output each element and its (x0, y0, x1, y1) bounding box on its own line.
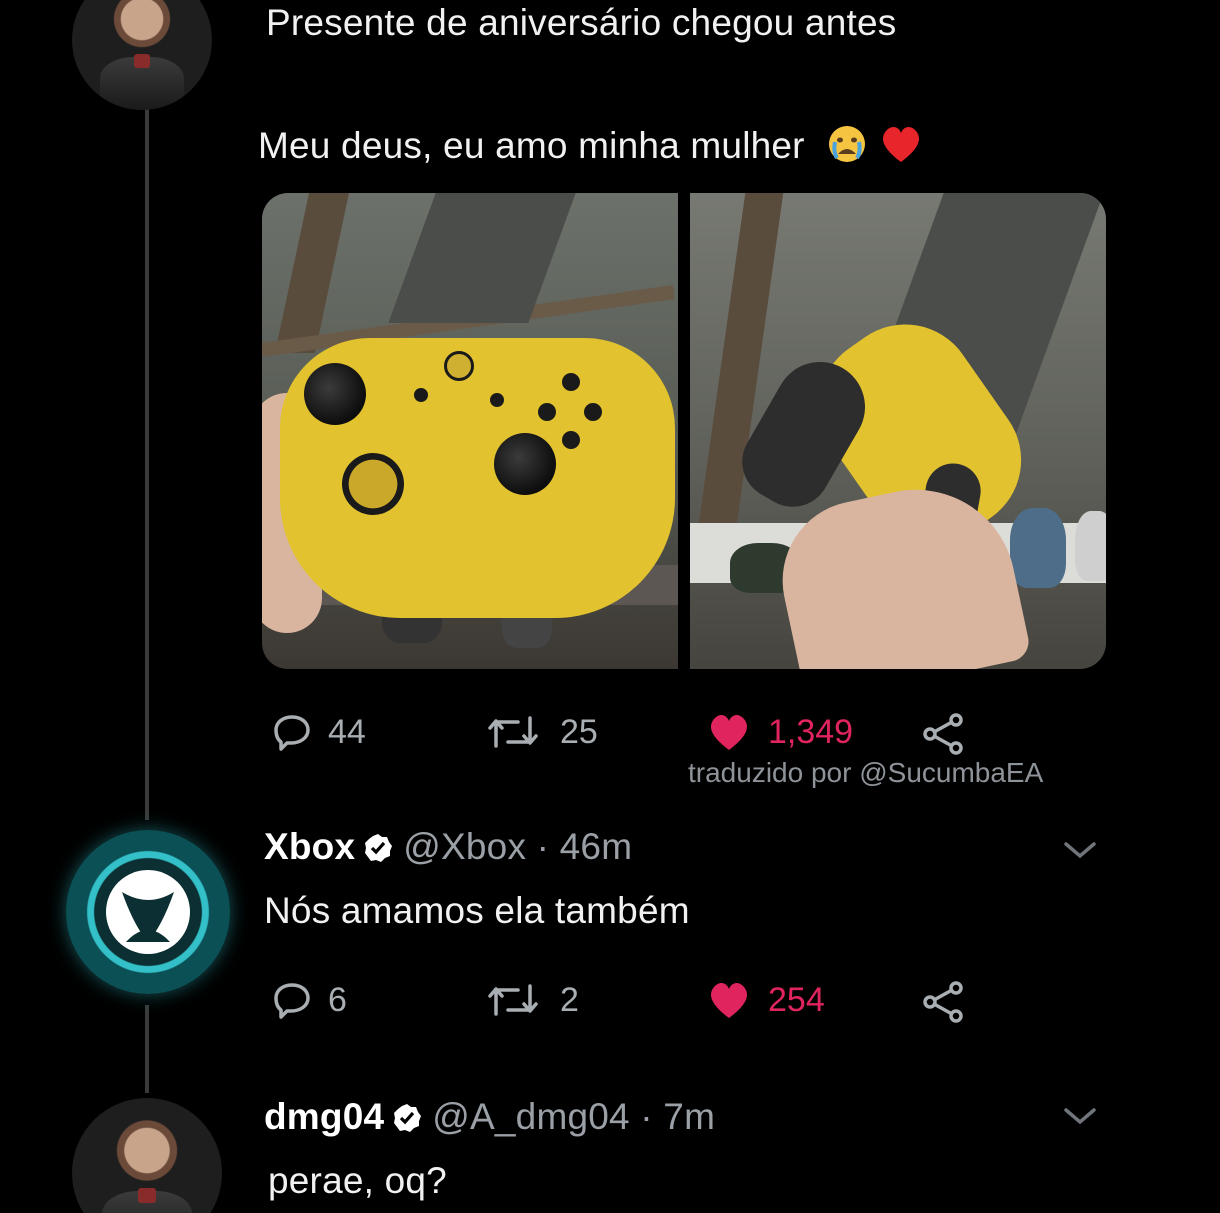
share-button[interactable] (920, 980, 984, 1024)
reply-icon (274, 715, 310, 751)
like-count: 254 (768, 980, 825, 1019)
photo-controller-back[interactable] (690, 193, 1106, 669)
like-button[interactable]: 254 (706, 980, 825, 1020)
xbox-display-name[interactable]: Xbox (264, 826, 355, 867)
share-button[interactable] (920, 712, 984, 756)
xbox-reply-actions: 6 2 254 (272, 980, 992, 1023)
reply-count: 44 (328, 712, 366, 751)
reply-button[interactable]: 6 (272, 980, 347, 1020)
tweet-text-line-1: Presente de aniversário chegou antes (266, 2, 897, 43)
red-heart-emoji (878, 124, 924, 164)
chevron-down-icon[interactable] (1060, 1104, 1100, 1128)
dmg-reply-text: perae, oq? (268, 1160, 447, 1201)
tweet-media[interactable] (262, 193, 1106, 669)
reply-icon (274, 983, 310, 1019)
verified-icon (394, 1104, 422, 1132)
retweet-icon (488, 984, 538, 1016)
xbox-logo (444, 351, 474, 381)
reply-button[interactable]: 44 (272, 712, 366, 752)
xbox-logo-icon (106, 870, 190, 954)
reply-count: 6 (328, 980, 347, 1019)
dmg-display-name[interactable]: dmg04 (264, 1096, 384, 1137)
main-tweet-actions: 44 25 1,349 (272, 712, 992, 755)
chevron-down-icon[interactable] (1060, 838, 1100, 862)
avatar-xbox[interactable] (66, 830, 230, 994)
photo-controller-front[interactable] (262, 193, 678, 669)
crying-face-emoji (827, 124, 867, 164)
retweet-button[interactable]: 25 (482, 712, 598, 752)
like-button[interactable]: 1,349 (706, 712, 853, 752)
thread-line-top (145, 108, 149, 820)
xbox-handle-time: @Xbox · 46m (403, 826, 633, 867)
verified-icon (365, 834, 393, 862)
avatar-dmg04[interactable] (72, 1098, 222, 1213)
tweet-text-line-2-content: Meu deus, eu amo minha mulher (258, 125, 805, 166)
retweet-icon (488, 716, 538, 748)
xbox-reply-text: Nós amamos ela também (264, 890, 690, 931)
dmg-reply-header: dmg04 @A_dmg04 · 7m (264, 1096, 715, 1138)
heart-icon (710, 982, 748, 1018)
share-icon (923, 713, 963, 755)
retweet-count: 2 (560, 980, 579, 1019)
like-count: 1,349 (768, 712, 854, 751)
dmg-handle-time: @A_dmg04 · 7m (432, 1096, 716, 1137)
share-icon (923, 981, 963, 1023)
avatar-main-author[interactable] (72, 0, 212, 110)
thread-line-middle (145, 1005, 149, 1093)
retweet-count: 25 (560, 712, 598, 751)
translation-credit: traduzido por @SucumbaEA (688, 757, 1044, 788)
retweet-button[interactable]: 2 (482, 980, 579, 1020)
xbox-reply-header: Xbox @Xbox · 46m (264, 826, 632, 868)
heart-icon (710, 714, 748, 750)
tweet-text-line-2: Meu deus, eu amo minha mulher (258, 124, 924, 167)
